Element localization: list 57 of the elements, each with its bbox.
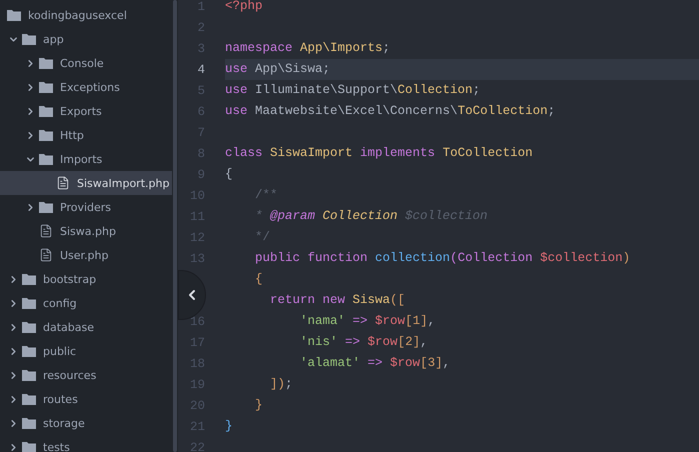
tree-item[interactable]: Siswa.php: [0, 219, 172, 243]
code-line: * @param Collection $collection: [254, 208, 489, 225]
code-line: class SiswaImport implements ToCollection: [225, 145, 534, 162]
file-icon: [39, 224, 53, 238]
folder-icon: [22, 273, 36, 285]
folder-icon: [22, 297, 36, 309]
tree-item[interactable]: Imports: [0, 147, 172, 171]
folder-icon: [22, 417, 36, 429]
code-line: }: [225, 418, 234, 435]
folder-icon: [7, 9, 21, 21]
code-line: public function collection(Collection $collection): [254, 250, 632, 267]
tree-item[interactable]: Http: [0, 123, 172, 147]
code-line: */: [254, 229, 272, 246]
tree-item[interactable]: Console: [0, 51, 172, 75]
file-icon: [39, 248, 53, 262]
project-root[interactable]: kodingbagusexcel: [0, 3, 172, 27]
tree-item[interactable]: Exports: [0, 99, 172, 123]
code-line: 'nama' => $row[1],: [299, 313, 436, 330]
code-line: 'nis' => $row[2],: [299, 334, 429, 351]
folder-icon: [22, 393, 36, 405]
code-line: use Illuminate\Support\Collection;: [225, 82, 482, 99]
code-line: return new Siswa([: [269, 292, 406, 309]
tree-item[interactable]: Providers: [0, 195, 172, 219]
folder-icon: [39, 57, 53, 69]
tree-item[interactable]: bootstrap: [0, 267, 172, 291]
tree-item[interactable]: database: [0, 315, 172, 339]
tree-item[interactable]: Exceptions: [0, 75, 172, 99]
tree-item[interactable]: resources: [0, 363, 172, 387]
code-line: namespace App\Imports;: [225, 40, 392, 57]
tree-item[interactable]: routes: [0, 387, 172, 411]
code-line: ]);: [269, 376, 294, 393]
code-line: 'alamat' => $row[3],: [299, 355, 452, 372]
folder-icon: [22, 33, 36, 45]
folder-icon: [22, 345, 36, 357]
folder-icon: [39, 81, 53, 93]
folder-icon: [39, 153, 53, 165]
tree-item[interactable]: app: [0, 27, 172, 51]
folder-icon: [39, 201, 53, 213]
code-line: {: [225, 166, 234, 183]
folder-icon: [39, 105, 53, 117]
tree-item[interactable]: SiswaImport.php: [0, 171, 172, 195]
folder-icon: [22, 369, 36, 381]
code-line: use Maatwebsite\Excel\Concerns\ToCollection;: [225, 103, 556, 120]
code-line: <?php: [225, 0, 264, 15]
tree-item[interactable]: public: [0, 339, 172, 363]
folder-icon: [39, 129, 53, 141]
tree-item[interactable]: User.php: [0, 243, 172, 267]
line-number: 4: [196, 62, 205, 76]
file-icon: [56, 176, 70, 190]
code-line: {: [254, 271, 264, 288]
folder-icon: [22, 441, 36, 452]
folder-icon: [22, 321, 36, 333]
tree-item[interactable]: storage: [0, 411, 172, 435]
code-line: }: [254, 397, 264, 414]
code-line: /**: [254, 187, 279, 204]
tree-item[interactable]: tests: [0, 435, 172, 452]
tree-item[interactable]: config: [0, 291, 172, 315]
